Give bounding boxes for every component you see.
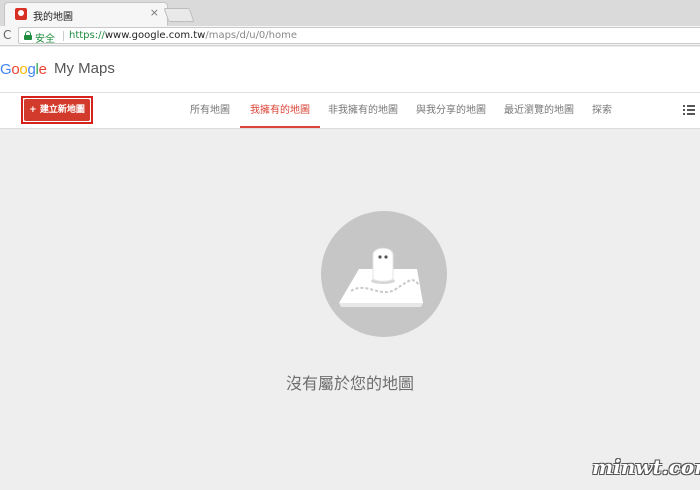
empty-state-message: 沒有屬於您的地圖 <box>285 374 414 393</box>
address-bar[interactable]: 安全 https://www.google.com.tw/maps/d/u/0/… <box>18 27 700 45</box>
new-tab-button[interactable] <box>163 8 195 22</box>
maps-toolbar: + 建立新地圖 所有地圖 我擁有的地圖 非我擁有的地圖 與我分享的地圖 最近瀏覽… <box>0 93 700 129</box>
url-host: www.google.com.tw <box>104 30 206 41</box>
tab-shared-maps[interactable]: 與我分享的地圖 <box>416 93 486 128</box>
url-path: /maps/d/u/0/home <box>205 30 298 41</box>
tab-close-icon[interactable]: × <box>150 6 159 19</box>
tab-title: 我的地圖 <box>33 12 73 23</box>
url-scheme: https:// <box>69 30 105 41</box>
google-logo[interactable]: Google <box>0 60 47 78</box>
lock-icon <box>24 31 32 40</box>
browser-toolbar: C 安全 https://www.google.com.tw/maps/d/u/… <box>0 26 700 46</box>
browser-tab-strip: 我的地圖 × <box>0 0 700 26</box>
ghost-on-map-icon <box>321 211 447 337</box>
logo-letter: G <box>0 61 12 78</box>
create-new-map-button[interactable]: + 建立新地圖 <box>24 99 90 121</box>
tab-explore[interactable]: 探索 <box>592 93 612 128</box>
maps-favicon-icon <box>15 8 27 20</box>
browser-tab[interactable]: 我的地圖 × <box>4 2 168 26</box>
address-separator <box>63 31 64 41</box>
tab-all-maps[interactable]: 所有地圖 <box>190 93 230 128</box>
logo-letter: g <box>27 61 36 78</box>
secure-label: 安全 <box>35 34 55 45</box>
tab-owned-maps[interactable]: 我擁有的地圖 <box>240 93 320 128</box>
logo-letter: e <box>38 61 47 78</box>
watermark: minwt.com <box>592 455 700 479</box>
product-name: My Maps <box>54 60 115 77</box>
app-header: Google My Maps <box>0 47 700 93</box>
reload-icon[interactable]: C <box>3 28 11 42</box>
tab-not-owned-maps[interactable]: 非我擁有的地圖 <box>328 93 398 128</box>
url-text[interactable]: https://www.google.com.tw/maps/d/u/0/hom… <box>69 30 297 41</box>
list-view-icon[interactable] <box>683 105 695 115</box>
tab-recent-maps[interactable]: 最近瀏覽的地圖 <box>504 93 574 128</box>
